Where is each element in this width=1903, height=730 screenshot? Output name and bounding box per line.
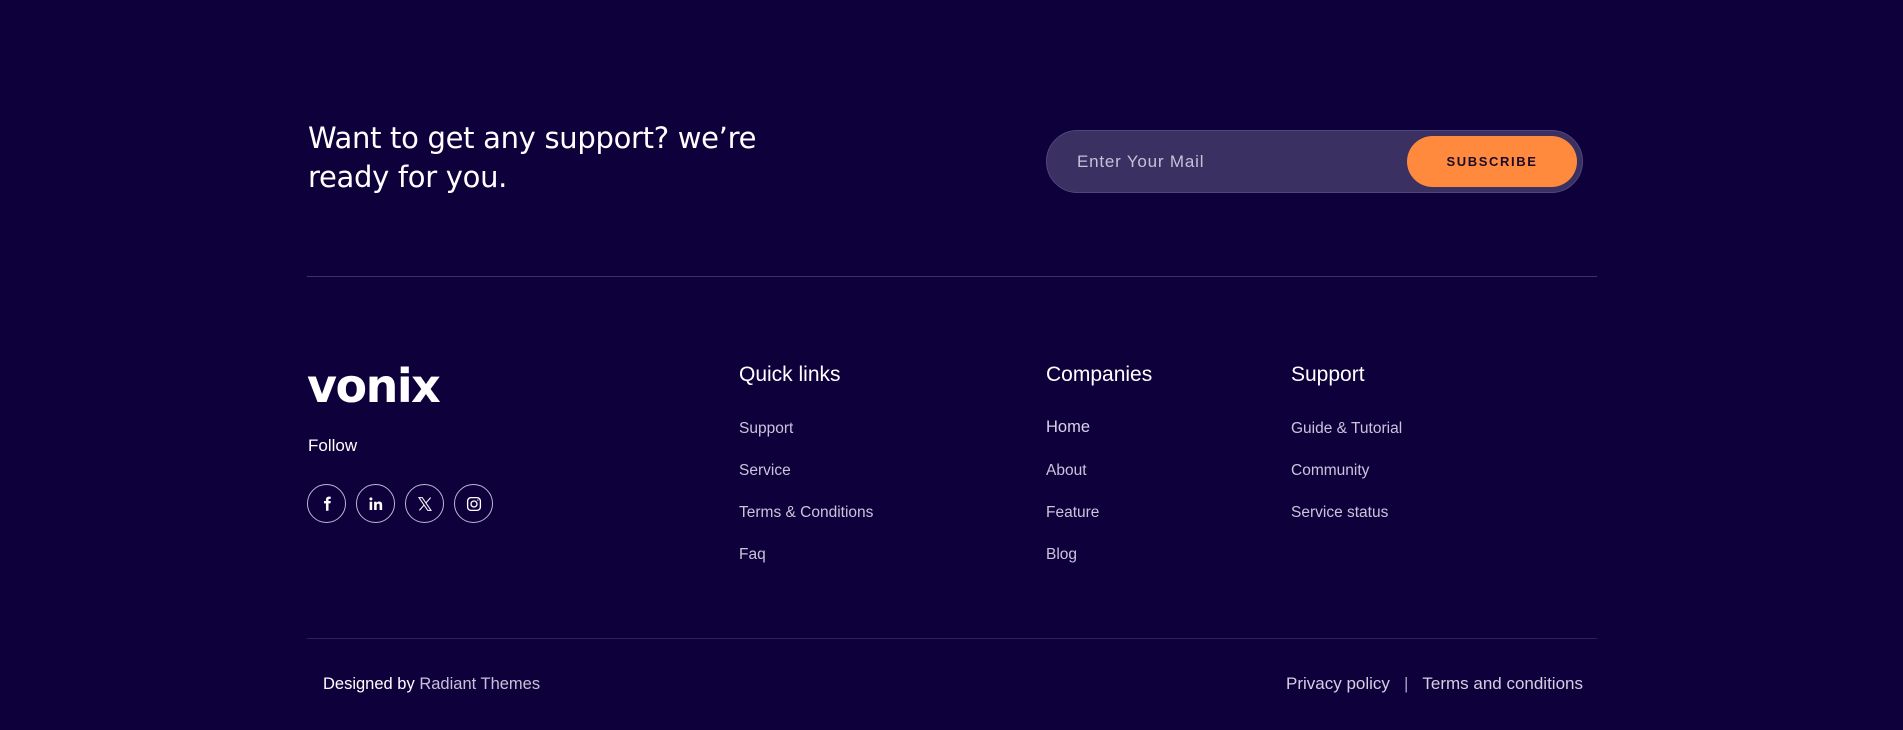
support-link-community[interactable]: Community (1291, 450, 1402, 492)
quick-links-title: Quick links (739, 363, 841, 386)
divider (307, 638, 1597, 639)
facebook-link[interactable] (307, 484, 346, 523)
company-link-blog[interactable]: Blog (1046, 534, 1152, 576)
designed-by-label: Designed by (323, 675, 415, 693)
instagram-link[interactable] (454, 484, 493, 523)
social-links (307, 484, 493, 523)
newsletter-form: SUBSCRIBE (1046, 130, 1583, 193)
support-link-guide[interactable]: Guide & Tutorial (1291, 408, 1402, 450)
facebook-icon (323, 496, 331, 511)
companies-column: Companies Home About Feature Blog (1046, 362, 1152, 576)
x-link[interactable] (405, 484, 444, 523)
quick-link-service[interactable]: Service (739, 450, 873, 492)
company-link-feature[interactable]: Feature (1046, 492, 1152, 534)
subscribe-button[interactable]: SUBSCRIBE (1407, 136, 1577, 187)
support-heading: Want to get any support? we’re ready for… (308, 119, 778, 197)
company-link-home[interactable]: Home (1046, 408, 1152, 450)
follow-label: Follow (308, 436, 358, 455)
support-title: Support (1291, 363, 1365, 386)
support-heading-line2: ready for you. (308, 160, 508, 194)
logo[interactable]: vonix (307, 358, 441, 414)
quick-link-terms[interactable]: Terms & Conditions (739, 492, 873, 534)
linkedin-icon (368, 496, 382, 510)
email-input[interactable] (1047, 131, 1407, 192)
legal-links: Privacy policy | Terms and conditions (1286, 674, 1583, 694)
legal-separator: | (1403, 674, 1409, 693)
credit-text: Designed by Radiant Themes (323, 675, 540, 694)
support-heading-line1: Want to get any support? we’re (308, 121, 757, 155)
quick-link-support[interactable]: Support (739, 408, 873, 450)
designer-link[interactable]: Radiant Themes (419, 675, 540, 693)
support-column: Support Guide & Tutorial Community Servi… (1291, 362, 1402, 534)
company-link-about[interactable]: About (1046, 450, 1152, 492)
footer: Want to get any support? we’re ready for… (307, 0, 1597, 730)
companies-title: Companies (1046, 363, 1153, 386)
terms-link[interactable]: Terms and conditions (1422, 674, 1583, 694)
linkedin-link[interactable] (356, 484, 395, 523)
instagram-icon (466, 496, 481, 511)
quick-link-faq[interactable]: Faq (739, 534, 873, 576)
divider (307, 276, 1597, 277)
privacy-policy-link[interactable]: Privacy policy (1286, 674, 1390, 694)
support-link-status[interactable]: Service status (1291, 492, 1402, 534)
quick-links-column: Quick links Support Service Terms & Cond… (739, 362, 873, 576)
x-icon (417, 496, 432, 511)
